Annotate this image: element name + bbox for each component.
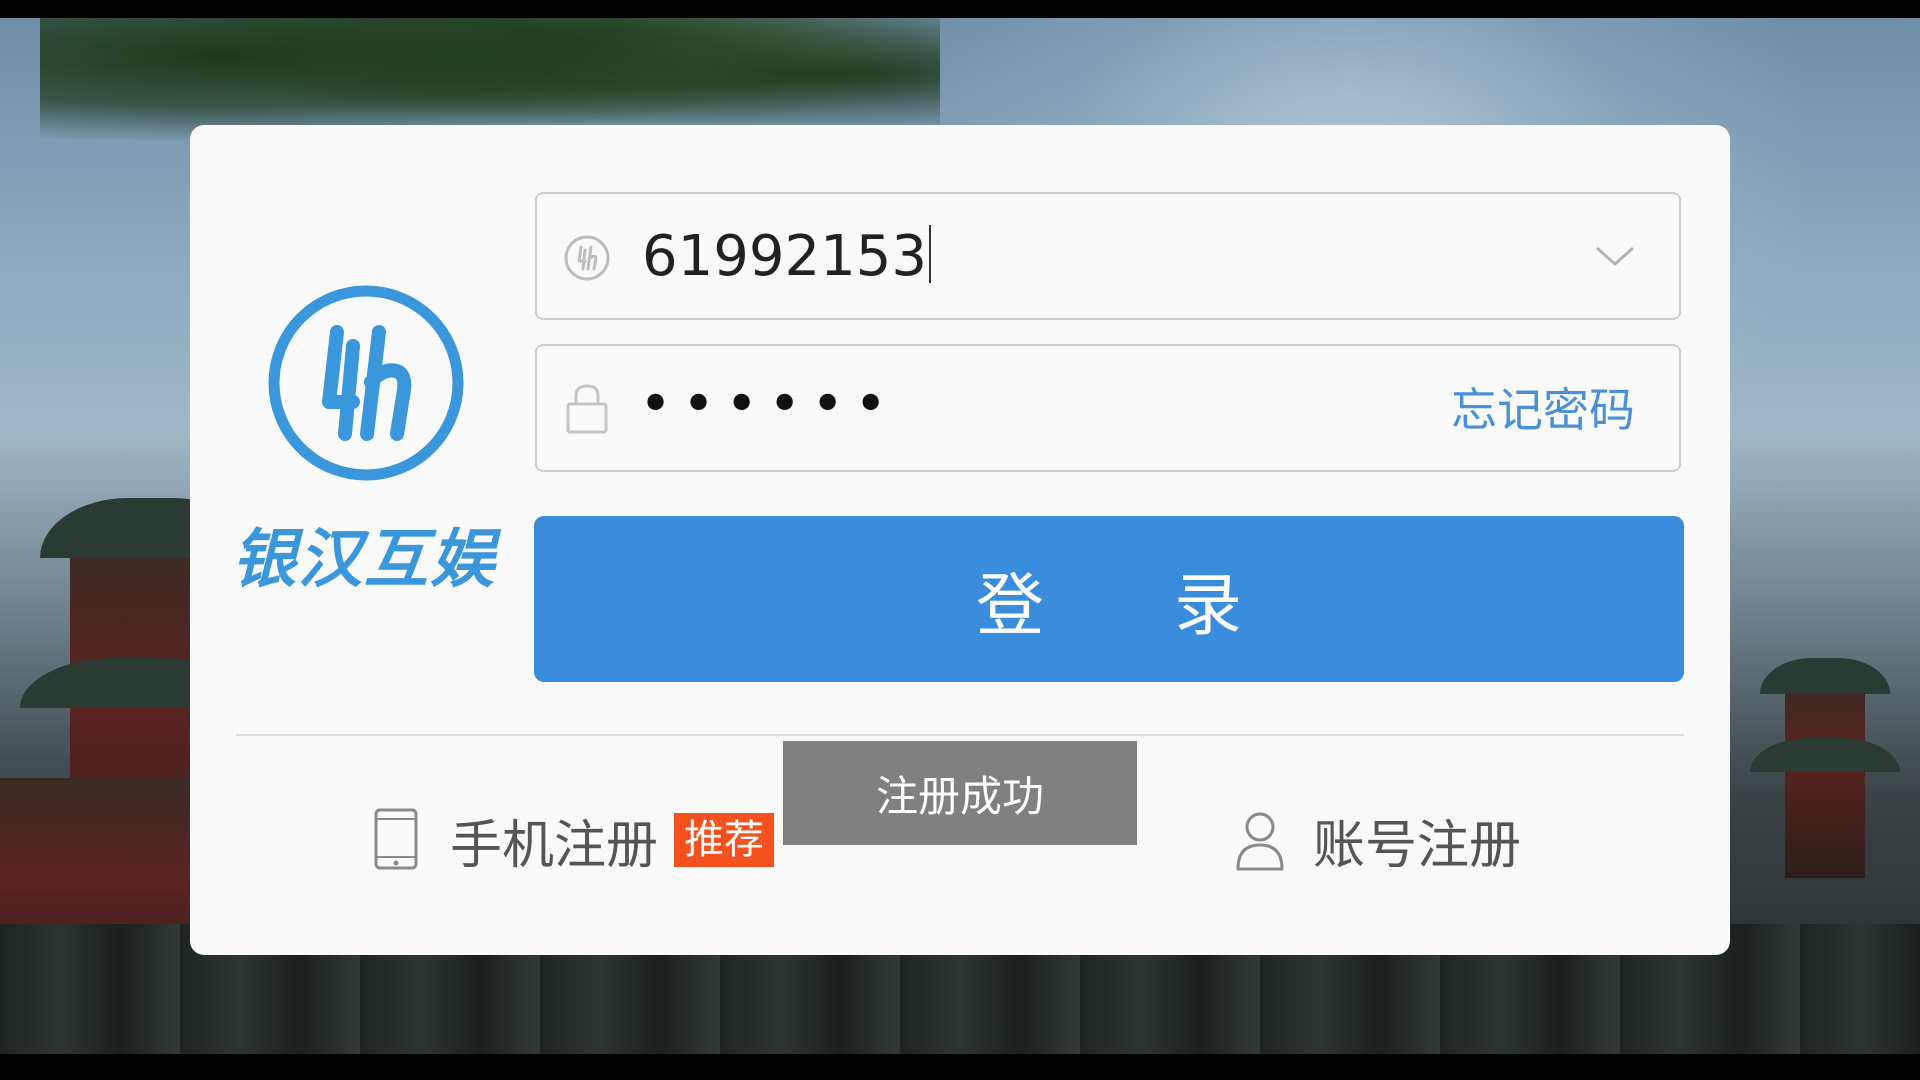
account-register-label: 账号注册 <box>1313 815 1522 876</box>
account-input[interactable]: 61992153 <box>642 224 932 290</box>
lock-icon <box>566 384 608 434</box>
account-register-button[interactable]: 账号注册 <box>1235 800 1521 880</box>
user-icon <box>1236 812 1284 871</box>
recommend-badge: 推荐 <box>674 813 775 867</box>
text-caret <box>929 225 932 283</box>
screen: 银汉互娱 61992153 •••••• 忘记密码 登录 手机注册 推荐 账号注… <box>0 0 1920 1080</box>
toast-message: 注册成功 <box>783 741 1137 845</box>
right-pagoda-roof <box>1760 658 1890 694</box>
brand-logo-icon <box>268 285 464 481</box>
right-pagoda <box>1785 678 1865 878</box>
phone-register-label: 手机注册 <box>450 815 659 876</box>
chevron-down-icon[interactable] <box>1593 234 1637 278</box>
account-field[interactable]: 61992153 <box>535 192 1681 320</box>
forgot-password-link[interactable]: 忘记密码 <box>1451 382 1635 438</box>
account-value: 61992153 <box>642 224 928 289</box>
login-button[interactable]: 登录 <box>534 516 1684 682</box>
right-pagoda-roof-lower <box>1750 738 1900 772</box>
smartphone-icon <box>374 808 418 870</box>
brand-name: 银汉互娱 <box>232 523 496 597</box>
brand-badge-icon <box>564 235 610 281</box>
divider <box>236 734 1684 736</box>
password-field[interactable]: •••••• 忘记密码 <box>535 344 1681 472</box>
phone-register-button[interactable]: 手机注册 推荐 <box>372 800 775 880</box>
password-input[interactable]: •••••• <box>639 370 897 440</box>
